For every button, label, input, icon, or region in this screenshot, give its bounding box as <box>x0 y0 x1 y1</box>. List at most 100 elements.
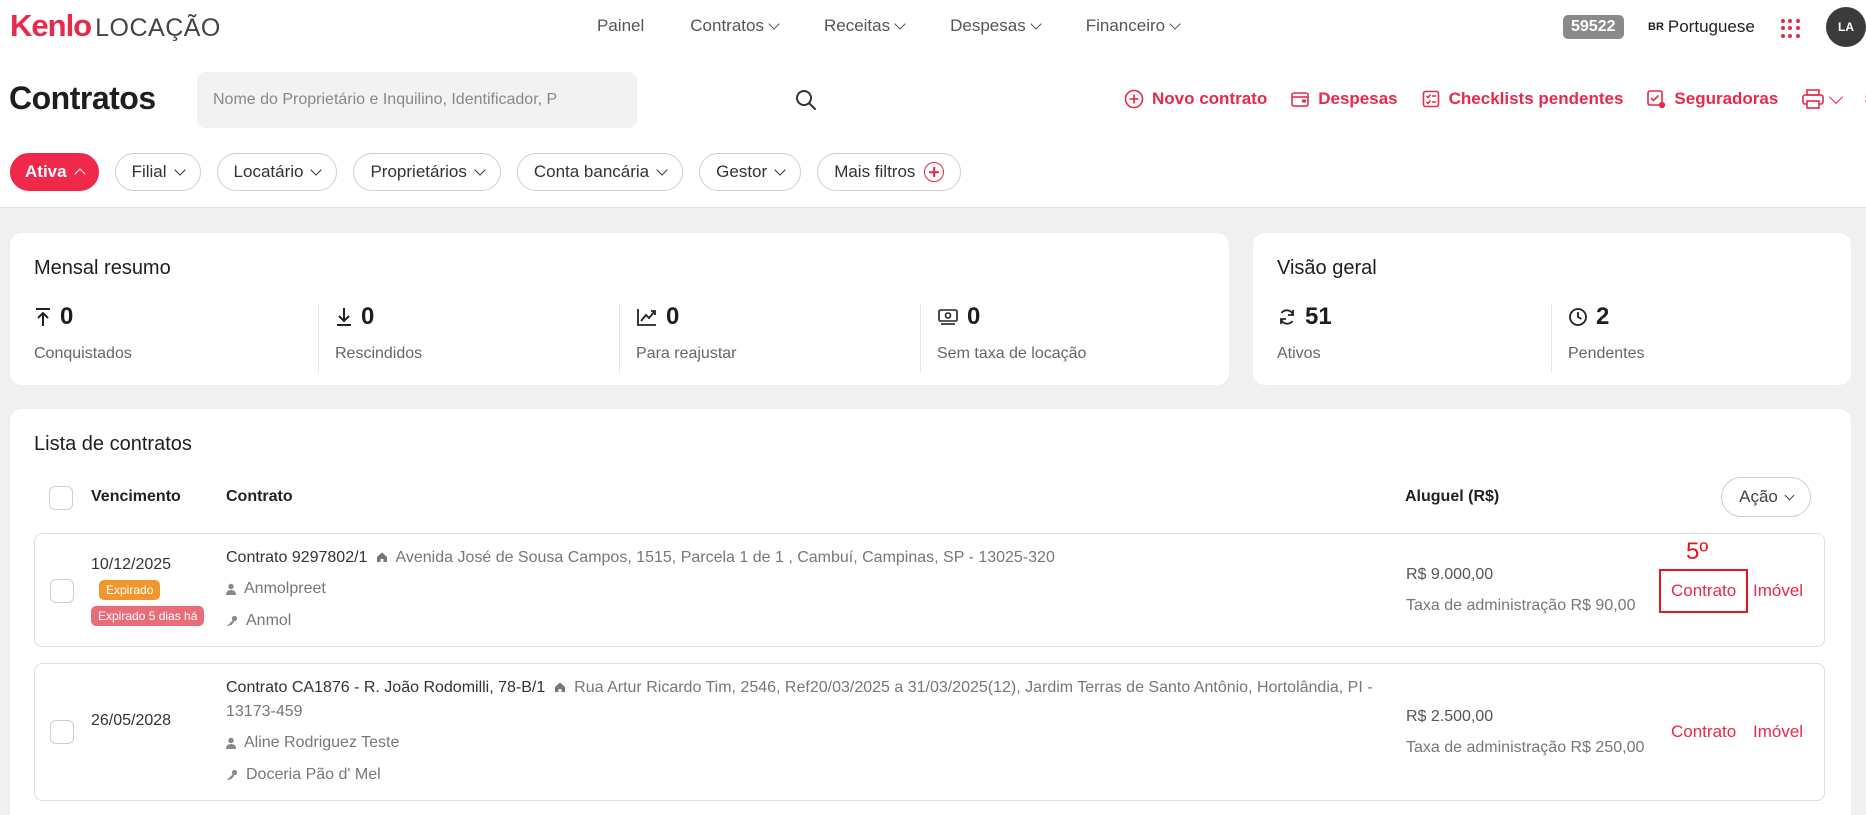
nav-label: Painel <box>597 16 645 35</box>
avatar[interactable]: LA <box>1826 7 1866 47</box>
chevron-down-icon <box>1829 89 1844 105</box>
filter-bar: Ativa Filial Locatário Proprietários Con… <box>10 153 962 191</box>
language-selector[interactable]: BR Portuguese <box>1648 17 1755 37</box>
more-filters-button[interactable]: Mais filtros <box>817 153 962 191</box>
tenant-name: Doceria Pão d' Mel <box>226 766 381 784</box>
apps-grid-icon[interactable] <box>1781 19 1800 38</box>
nav-label: Receitas <box>823 16 891 35</box>
filter-label: Conta bancária <box>533 162 650 181</box>
contract-id[interactable]: Contrato 9297802/1 <box>226 549 367 566</box>
home-icon <box>376 552 387 562</box>
chevron-down-icon <box>1030 18 1042 30</box>
action-label: Seguradoras <box>1674 89 1779 108</box>
filter-manager[interactable]: Gestor <box>699 153 802 191</box>
property-link[interactable]: Imóvel <box>1753 722 1803 742</box>
nav-contratos[interactable]: Contratos <box>690 16 780 36</box>
chevron-down-icon <box>310 164 323 176</box>
nav-despesas[interactable]: Despesas <box>950 16 1042 36</box>
row-checkbox[interactable] <box>50 720 74 744</box>
stat-value: 0 <box>967 303 981 330</box>
nav-label: Financeiro <box>1085 16 1166 35</box>
pending-checklists-button[interactable]: Checklists pendentes <box>1421 89 1623 109</box>
contract-info: Contrato CA1876 - R. João Rodomilli, 78-… <box>226 676 1416 724</box>
filter-label: Proprietários <box>370 162 467 181</box>
main-nav: Painel Contratos Receitas Despesas Finan… <box>597 16 1225 36</box>
language-label: Portuguese <box>1667 17 1755 36</box>
stat-pending: 2 Pendentes <box>1551 303 1831 373</box>
money-icon <box>938 309 958 325</box>
monthly-summary-card: Mensal resumo 0 Conquistados 0 Rescindid… <box>10 233 1229 385</box>
filter-branch[interactable]: Filial <box>114 153 201 191</box>
clock-icon <box>1569 308 1587 326</box>
expenses-button[interactable]: Despesas <box>1290 89 1398 109</box>
stat-value: 0 <box>361 303 375 330</box>
arrow-down-icon <box>337 308 351 326</box>
nav-label: Despesas <box>950 16 1026 35</box>
stat-value: 0 <box>60 303 74 330</box>
list-title: Lista de contratos <box>34 433 192 455</box>
admin-fee: Taxa de administração R$ 90,00 <box>1406 597 1636 614</box>
trend-up-icon <box>637 309 656 326</box>
printer-icon <box>1802 89 1825 109</box>
search-input[interactable] <box>197 91 567 109</box>
contract-link[interactable]: Contrato <box>1671 722 1736 742</box>
stat-value: 51 <box>1305 303 1332 330</box>
chevron-down-icon <box>768 18 780 30</box>
status-badge: Expirado <box>99 580 161 600</box>
person-icon <box>226 737 236 749</box>
tenant-name: Anmol <box>226 612 291 630</box>
print-dropdown[interactable] <box>1801 88 1844 110</box>
chevron-down-icon <box>894 18 906 30</box>
stat-value: 0 <box>666 303 680 330</box>
chevron-down-icon <box>1784 490 1795 500</box>
insurance-icon <box>1647 90 1666 109</box>
filter-owners[interactable]: Proprietários <box>353 153 501 191</box>
chevron-up-icon <box>73 168 86 180</box>
property-link[interactable]: Imóvel <box>1753 581 1803 601</box>
rent-value: R$ 9.000,00 <box>1406 566 1494 583</box>
filter-label: Gestor <box>716 162 768 181</box>
status-badge: Expirado 5 dias há <box>91 606 205 626</box>
stat-label: Conquistados <box>34 345 132 362</box>
filter-tenant[interactable]: Locatário <box>216 153 338 191</box>
contract-info: Contrato 9297802/1 Avenida José de Sousa… <box>226 546 1406 570</box>
new-contract-button[interactable]: Novo contrato <box>1124 89 1267 109</box>
owner-name: Anmolpreet <box>226 580 326 598</box>
row-checkbox[interactable] <box>50 579 74 603</box>
action-label: Novo contrato <box>1152 89 1268 108</box>
stat-label: Sem taxa de locação <box>937 345 1087 362</box>
owner-label: Anmolpreet <box>244 580 326 597</box>
nav-receitas[interactable]: Receitas <box>823 16 906 36</box>
action-label: Despesas <box>1318 89 1398 108</box>
rent-value: R$ 2.500,00 <box>1406 708 1494 725</box>
logo-sub: LOCAÇÃO <box>95 14 221 42</box>
owner-label: Aline Rodriguez Teste <box>244 734 400 751</box>
table-row: 26/05/2028 Contrato CA1876 - R. João Rod… <box>34 663 1825 801</box>
contract-id[interactable]: Contrato CA1876 - R. João Rodomilli, 78-… <box>226 679 545 696</box>
filter-label: Filial <box>131 162 167 181</box>
action-dropdown[interactable]: Ação <box>1721 477 1811 517</box>
select-all-checkbox[interactable] <box>49 486 73 510</box>
filter-label: Mais filtros <box>834 162 916 181</box>
chevron-down-icon <box>474 164 486 176</box>
nav-financeiro[interactable]: Financeiro <box>1085 16 1181 36</box>
kenlo-logo[interactable]: Kenlo LOCAÇÃO <box>10 8 221 44</box>
contract-address: Avenida José de Sousa Campos, 1515, Parc… <box>395 549 1055 566</box>
stat-terminated: 0 Rescindidos <box>318 303 618 373</box>
stat-to-readjust: 0 Para reajustar <box>619 303 919 373</box>
filter-status-active[interactable]: Ativa <box>10 153 99 191</box>
insurers-button[interactable]: Seguradoras <box>1646 89 1778 109</box>
search-icon[interactable] <box>795 89 817 111</box>
column-contract: Contrato <box>226 488 293 505</box>
tenant-label: Doceria Pão d' Mel <box>246 766 381 783</box>
wallet-icon <box>1291 92 1310 107</box>
table-row: 10/12/2025 Expirado Expirado 5 dias há C… <box>34 533 1825 647</box>
filter-bank-account[interactable]: Conta bancária <box>516 153 684 191</box>
due-date: 26/05/2028 <box>91 712 172 729</box>
filter-label: Ativa <box>25 162 67 181</box>
logo-main: Kenlo <box>10 8 92 43</box>
top-area: Kenlo LOCAÇÃO Painel Contratos Receitas … <box>0 0 1866 208</box>
account-badge: 59522 <box>1563 15 1624 39</box>
stat-label: Para reajustar <box>636 345 737 362</box>
nav-painel[interactable]: Painel <box>597 16 644 36</box>
